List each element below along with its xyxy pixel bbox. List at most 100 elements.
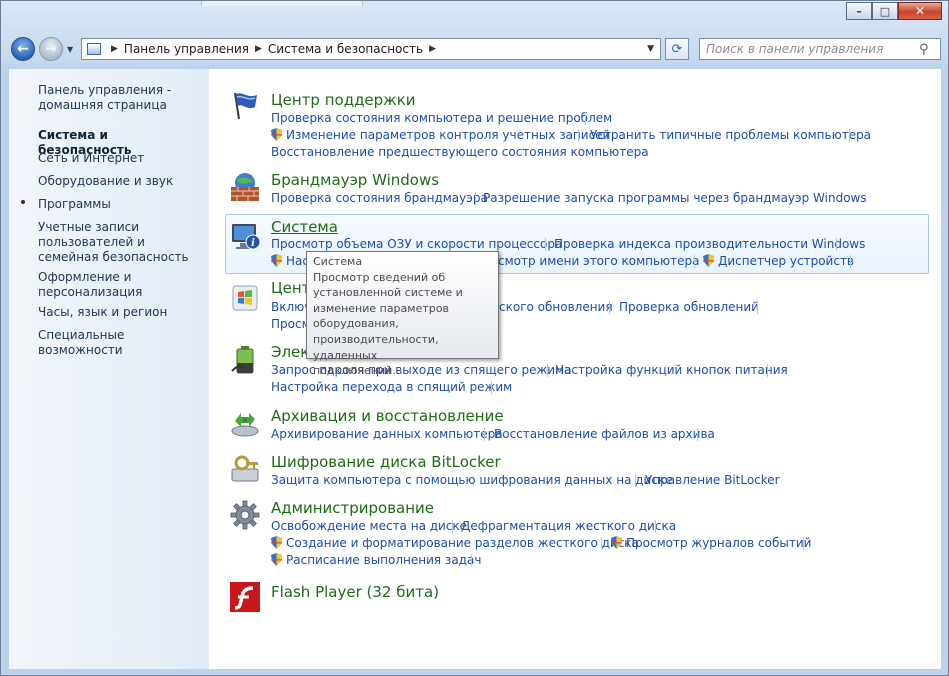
tooltip-title: Система [313,255,363,268]
link-label[interactable]: Диспетчер устройств [718,254,854,268]
link-divider [850,255,851,268]
firewall-icon [231,173,259,201]
shield-link[interactable]: Нас [271,254,309,268]
forward-arrow-icon: → [45,41,57,57]
link[interactable]: Просм [271,317,311,331]
link[interactable]: Настройка перехода в спящий режим [271,380,512,394]
tooltip-line: оборудования, [313,317,399,331]
flash-player-icon [230,582,260,612]
recent-pages-dropdown[interactable]: ▼ [67,45,73,54]
link[interactable]: Архивирование данных компьютера [271,427,503,441]
link-label[interactable]: Создание и форматирование разделов жестк… [286,536,639,550]
tooltip-line: производительности, удаленных [313,332,439,362]
address-dropdown-icon[interactable]: ▼ [647,44,654,54]
shield-link[interactable]: Расписание выполнения задач [271,553,481,567]
gear-icon [230,500,260,530]
category-title[interactable]: Цент [271,279,310,297]
link[interactable]: Проверка состояния компьютера и решение … [271,111,612,125]
category-title[interactable]: Система [271,218,338,236]
link-divider [452,520,453,533]
category-title[interactable]: Брандмауэр Windows [271,171,439,189]
link[interactable]: Проверка индекса производительности Wind… [554,237,865,251]
sidebar-item-accessibility[interactable]: Специальные возможности [38,328,203,358]
shield-link[interactable]: Просмотр журналов событий [611,536,811,550]
back-button[interactable]: ← [11,37,35,61]
link[interactable]: смотр имени этого компьютера [498,254,700,268]
link-divider [475,192,476,205]
link-divider [601,537,602,550]
forward-button[interactable]: → [39,37,63,61]
link-divider [697,428,698,441]
minimize-button[interactable]: – [846,2,872,20]
category-title[interactable]: Администрирование [271,499,434,517]
link[interactable]: Восстановление файлов из архива [494,427,715,441]
link[interactable]: Дефрагментация жесткого диска [461,519,676,533]
search-icon[interactable]: ⚲ [919,42,935,57]
breadcrumb-control-panel[interactable]: Панель управления [124,42,249,56]
link[interactable]: Проверка состояния брандмауэра [271,191,488,205]
shield-link[interactable]: Изменение параметров контроля учетных за… [271,128,610,142]
uac-shield-icon [611,536,622,549]
shield-link[interactable]: Диспетчер устройств [703,254,854,268]
category-title[interactable]: Центр поддержки [271,91,416,109]
search-input[interactable]: Поиск в панели управления [700,42,919,56]
address-bar[interactable]: ▶ Панель управления ▶ Система и безопасн… [81,38,661,60]
uac-shield-icon [271,553,282,566]
uac-shield-icon [271,128,282,141]
link-divider [609,301,610,314]
link[interactable]: Настройка функций кнопок питания [555,363,788,377]
maximize-button[interactable]: □ [872,2,898,20]
link-divider [655,520,656,533]
category-title[interactable]: Элек [271,343,309,361]
link[interactable]: Защита компьютера с помощью шифрования д… [271,473,673,487]
category-title[interactable]: Архивация и восстановление [271,407,504,425]
tooltip-line: подключений. [313,364,396,378]
link-divider [547,364,548,377]
sidebar-item-programs[interactable]: Программы [38,197,203,212]
breadcrumb-separator-icon[interactable]: ▶ [255,44,262,54]
close-icon: ✕ [914,4,926,18]
backup-restore-icon [231,413,259,437]
navigation-bar: ← → ▼ ▶ Панель управления ▶ Система и бе… [9,35,941,63]
back-arrow-icon: ← [17,41,29,57]
background-window-strip [201,1,363,6]
windows-update-icon [232,285,258,311]
link[interactable]: Просмотр объема ОЗУ и скорости процессор… [271,237,562,251]
link[interactable]: Устранить типичные проблемы компьютера [590,128,871,142]
close-button[interactable]: ✕ [898,2,942,20]
link-divider [635,474,636,487]
refresh-button[interactable]: ⟳ [665,38,689,60]
link-divider [836,238,837,251]
sidebar-item-user-accounts[interactable]: Учетные записи пользователей и семейная … [38,220,203,265]
breadcrumb-system-security[interactable]: Система и безопасность [268,42,423,56]
uac-shield-icon [271,254,282,267]
category-title[interactable]: Шифрование диска BitLocker [271,453,501,471]
link[interactable]: Проверка обновлений [619,300,759,314]
link[interactable]: ского обновления [499,300,613,314]
link[interactable]: Разрешение запуска программы через бранд… [483,191,867,205]
link-divider [471,554,472,567]
sidebar-item-hardware[interactable]: Оборудование и звук [38,174,203,189]
bitlocker-key-icon [231,455,259,482]
breadcrumb-separator-icon[interactable]: ▶ [429,44,436,54]
search-box[interactable]: Поиск в панели управления ⚲ [699,38,941,60]
shield-link[interactable]: Создание и форматирование разделов жестк… [271,536,639,550]
sidebar-item-clock-region[interactable]: Часы, язык и регион [38,305,203,320]
link[interactable]: Освобождение места на диске [271,519,467,533]
link[interactable]: Управление BitLocker [645,473,780,487]
tooltip: Система Просмотр сведений об установленн… [306,251,499,377]
tooltip-line: изменение параметров [313,301,449,315]
power-battery-icon [231,346,254,374]
link-divider [578,129,579,142]
sidebar-home-link[interactable]: Панель управления - домашняя страница [38,83,203,113]
sidebar-item-appearance[interactable]: Оформление и персонализация [38,270,203,300]
link-label[interactable]: Расписание выполнения задач [286,553,481,567]
link-label[interactable]: Просмотр журналов событий [626,536,811,550]
sidebar-item-network[interactable]: Сеть и Интернет [38,151,203,166]
link-divider [545,238,546,251]
link-divider [849,129,850,142]
link-label[interactable]: Изменение параметров контроля учетных за… [286,128,610,142]
category-title[interactable]: Flash Player (32 бита) [271,583,439,601]
link[interactable]: Восстановление предшествующего состояния… [271,145,649,159]
breadcrumb-separator-icon[interactable]: ▶ [111,44,118,54]
